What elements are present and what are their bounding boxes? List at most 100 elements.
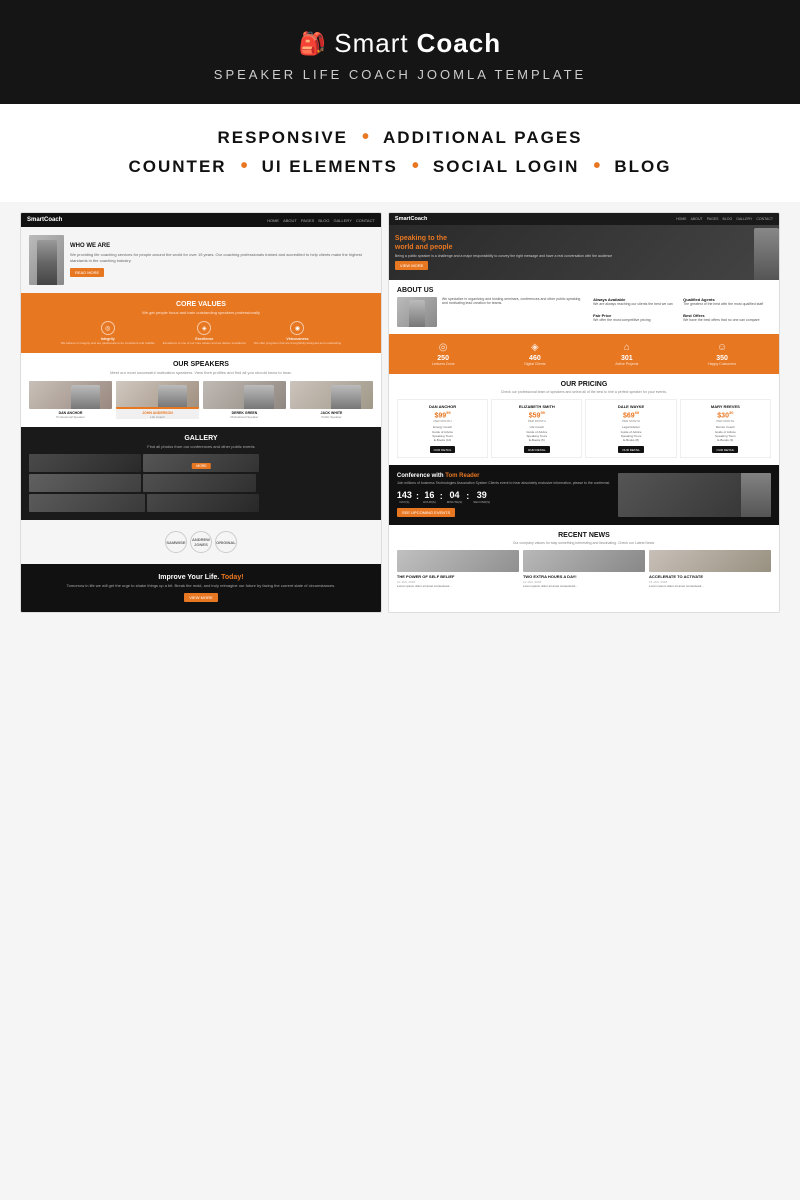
news-title-2: TWO EXTRA HOURS A DAY! [523,574,645,579]
left-nav: SmartCoach HOME ABOUT PAGES BLOG GALLERY… [21,213,381,227]
plan-period-1: PER MONTH [401,419,484,423]
left-hero-title: WHO WE ARE [70,243,373,249]
stat-customers: ☺ 350 Happy Customers [708,342,736,366]
countdown-minutes-num: 04 [447,490,463,500]
plan-name-3: DALE WAYKE [589,404,672,409]
dot3: • [412,155,419,178]
core-item-excellence: ◈ Excellence Excellence is one of our co… [163,321,246,345]
nav-pages: PAGES [301,218,315,223]
excellence-sub: Excellence is one of our core values and… [163,341,246,345]
awards-section: SAMWISE ANDREW JONES ORIGINAL [21,520,381,564]
dot2: • [241,155,248,178]
plan-btn-4[interactable]: OUR DETAIL [712,446,738,453]
about-features: Always Available We are always reaching … [593,297,771,327]
nav-about: ABOUT [283,218,297,223]
stat-label-3: Active Projects [615,362,638,366]
plan-btn-2[interactable]: OUR DETAIL [524,446,550,453]
dot4: • [593,155,600,178]
right-nav-links: HOME ABOUT PAGES BLOG GALLERY CONTACT [676,217,773,221]
feature-text-2: The greatest of the best with the most q… [683,302,763,306]
gallery-thumb-5 [29,494,145,512]
countdown-hours-label: HOUR(S) [423,500,436,504]
cta-btn[interactable]: VIEW MORE [184,593,217,602]
logo-container: 🎒 SmartCoach [20,28,780,59]
plan-btn-3[interactable]: OUR DETAIL [618,446,644,453]
left-hero-paragraph: We providing life coaching services for … [70,252,373,263]
pricing-grid: DAN ANCHOR $9999 PER MONTH Energy CoachG… [397,399,771,458]
plan-price-2: $5959 [495,410,578,419]
news-img-3 [649,550,771,572]
pricing-subtitle: Check our professional team of speakers … [397,390,771,394]
features-bar: RESPONSIVE • ADDITIONAL PAGES COUNTER • … [0,104,800,202]
rp-nav-contact: CONTACT [756,217,773,221]
stat-num-2: 460 [524,355,545,362]
gallery-more-btn[interactable]: MORE [192,463,211,469]
news-img-1 [397,550,519,572]
conference-person-silhouette [741,473,771,517]
stat-label-1: Lectures Done [432,362,455,366]
virtuousness-sub: We offer programs that are thoughtfully … [254,341,341,345]
gallery-grid: MORE [29,454,373,512]
stat-num-3: 301 [615,355,638,362]
dot1: • [362,126,369,149]
gallery-thumb-1 [29,454,141,472]
news-img-2 [523,550,645,572]
gallery-title: GALLERY [29,435,373,442]
stat-projects: ⌂ 301 Active Projects [615,342,638,366]
countdown-sep2: : [439,491,444,504]
about-person-silhouette [409,300,425,327]
core-values-section: CORE VALUES We get people focus and trai… [21,293,381,353]
rp-nav-blog: BLOG [723,217,733,221]
feature-text-4: We have the best offers that no one can … [683,318,760,322]
left-hero-btn[interactable]: READ MORE [70,268,104,277]
countdown-seconds-label: SECOND(S) [473,500,490,504]
cta-title: Improve Your Life. Today! [29,574,373,581]
right-hero-btn[interactable]: VIEW MORE [395,261,428,270]
core-values-title: CORE VALUES [29,301,373,308]
about-image [397,297,437,327]
stat-label-2: Digital Clients [524,362,545,366]
left-nav-logo: SmartCoach [27,217,62,223]
news-title: RECENT NEWS [397,532,771,539]
news-card-2: TWO EXTRA HOURS A DAY! 12 JAN, 2018 Lore… [523,550,645,588]
feature-blog: BLOG [614,157,671,177]
right-hero-text: Speaking to the world and people Being a… [389,227,618,278]
plan-period-2: PER MONTH [495,419,578,423]
plan-name-1: DAN ANCHOR [401,404,484,409]
about-section: ABOUT US We specialize in organizing and… [389,280,779,334]
left-hero-image [29,235,64,285]
plan-1: DAN ANCHOR $9999 PER MONTH Energy CoachG… [397,399,488,458]
logo-coach: Coach [417,28,501,59]
speaker-img-4 [290,381,373,409]
core-item-integrity: ◎ Integrity We believe in integrity and … [61,321,155,345]
countdown: 143 DAY(S) : 16 HOUR(S) : 04 MINUTE(S) : [397,490,612,504]
news-text-1: Lorem ipsum dolor sit amet consectetur..… [397,584,519,588]
nav-home: HOME [267,218,279,223]
preview-container: SmartCoach HOME ABOUT PAGES BLOG GALLERY… [0,202,800,613]
award-original: ORIGINAL [215,531,237,553]
speakers-subtitle: Meet our most successful motivation spea… [29,370,373,375]
plan-3: DALE WAYKE $6969 PER MONTH Legal Advisor… [585,399,676,458]
header-subtitle: SPEAKER LIFE COACH JOOMLA TEMPLATE [20,67,780,82]
conference-btn[interactable]: SEE UPCOMING EVENTS [397,508,455,517]
right-hero-text: Being a public speaker is a challenge an… [395,254,612,258]
stat-num-4: 350 [708,355,736,362]
conference-name: Tom Reader [445,473,479,479]
speaker-role-2: Life Coach [116,415,199,419]
stat-lectures: ◎ 250 Lectures Done [432,342,455,366]
awards-row: SAMWISE ANDREW JONES ORIGINAL [27,526,375,558]
pricing-title: OUR PRICING [397,381,771,388]
stat-num-1: 250 [432,355,455,362]
feature-counter: COUNTER [129,157,227,177]
core-item-virtuousness: ◉ Virtuousness We offer programs that ar… [254,321,341,345]
stat-clients: ◈ 460 Digital Clients [524,342,545,366]
plan-btn-1[interactable]: OUR DETAIL [430,446,456,453]
plan-price-4: $3030 [684,410,767,419]
gallery-thumb-4 [143,474,255,492]
countdown-minutes: 04 MINUTE(S) [447,490,463,504]
about-feature-3: Fair Price We offer the most competitive… [593,313,681,327]
features-row2: COUNTER • UI ELEMENTS • SOCIAL LOGIN • B… [40,155,760,178]
plan-features-3: Legal AdvisorGuide of AdviceSpeaking Tou… [589,425,672,442]
plan-features-2: Life CoachGuide of AdviceSpeaking ToursE… [495,425,578,442]
cta-section: Improve Your Life. Today! Tomorrow in li… [21,564,381,612]
